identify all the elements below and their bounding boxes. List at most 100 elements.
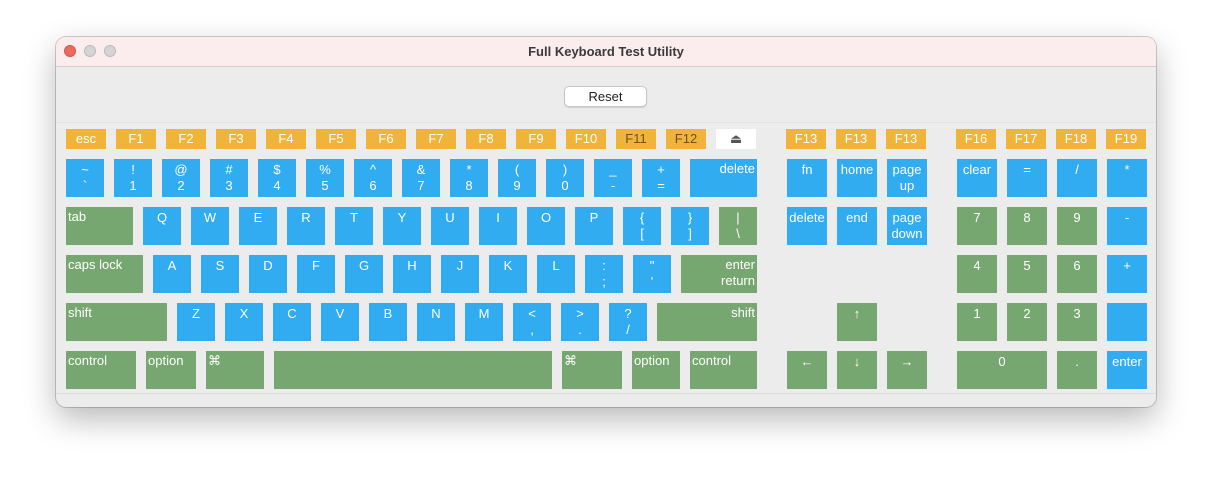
key-f7[interactable]: F7 [416,129,456,149]
numpad-8[interactable]: 8 [1007,207,1047,245]
key-minus[interactable]: _ - [594,159,632,197]
key-backtick[interactable]: ~ ` [66,159,104,197]
key-semicolon[interactable]: :; [585,255,623,293]
key-left-control[interactable]: control [66,351,136,389]
key-f12[interactable]: F12 [666,129,706,149]
key-arrow-up-icon[interactable]: ↑ [837,303,877,341]
numpad-6[interactable]: 6 [1057,255,1097,293]
key-left-shift[interactable]: shift [66,303,167,341]
key-f10[interactable]: F10 [566,129,606,149]
key-equal[interactable]: + = [642,159,680,197]
key-delete[interactable]: delete [690,159,757,197]
key-comma[interactable]: <, [513,303,551,341]
key-caps-lock[interactable]: caps lock [66,255,143,293]
key-fn[interactable]: fn [787,159,827,197]
key-f6[interactable]: F6 [366,129,406,149]
key-u[interactable]: U [431,207,469,245]
key-m[interactable]: M [465,303,503,341]
key-n[interactable]: N [417,303,455,341]
key-p[interactable]: P [575,207,613,245]
reset-button[interactable]: Reset [564,86,647,107]
key-right-command-icon[interactable]: ⌘ [562,351,622,389]
key-f13-b[interactable]: F13 [836,129,876,149]
key-z[interactable]: Z [177,303,215,341]
numpad-minus[interactable]: - [1107,207,1147,245]
numpad-clear[interactable]: clear [957,159,997,197]
key-s[interactable]: S [201,255,239,293]
key-f18[interactable]: F18 [1056,129,1096,149]
key-3[interactable]: #3 [210,159,248,197]
key-eject-icon[interactable]: ⏏ [716,129,756,149]
key-f16[interactable]: F16 [956,129,996,149]
numpad-multiply[interactable]: * [1107,159,1147,197]
numpad-divide[interactable]: / [1057,159,1097,197]
key-f[interactable]: F [297,255,335,293]
key-f4[interactable]: F4 [266,129,306,149]
key-9[interactable]: (9 [498,159,536,197]
numpad-4[interactable]: 4 [957,255,997,293]
key-right-control[interactable]: control [690,351,757,389]
key-y[interactable]: Y [383,207,421,245]
key-r[interactable]: R [287,207,325,245]
key-arrow-down-icon[interactable]: ↓ [837,351,877,389]
key-w[interactable]: W [191,207,229,245]
key-f19[interactable]: F19 [1106,129,1146,149]
numpad-5[interactable]: 5 [1007,255,1047,293]
key-left-bracket[interactable]: {[ [623,207,661,245]
key-f9[interactable]: F9 [516,129,556,149]
key-f2[interactable]: F2 [166,129,206,149]
key-v[interactable]: V [321,303,359,341]
key-f3[interactable]: F3 [216,129,256,149]
key-page-up[interactable]: page up [887,159,927,197]
key-arrow-left-icon[interactable]: ← [787,351,827,389]
key-h[interactable]: H [393,255,431,293]
key-i[interactable]: I [479,207,517,245]
numpad-2[interactable]: 2 [1007,303,1047,341]
key-return[interactable]: enter return [681,255,757,293]
numpad-enter[interactable]: enter [1107,351,1147,389]
key-c[interactable]: C [273,303,311,341]
key-2[interactable]: @2 [162,159,200,197]
key-f1[interactable]: F1 [116,129,156,149]
numpad-1[interactable]: 1 [957,303,997,341]
key-l[interactable]: L [537,255,575,293]
key-1[interactable]: ! 1 [114,159,152,197]
numpad-0[interactable]: 0 [957,351,1047,389]
key-b[interactable]: B [369,303,407,341]
key-x[interactable]: X [225,303,263,341]
key-f8[interactable]: F8 [466,129,506,149]
key-f5[interactable]: F5 [316,129,356,149]
key-g[interactable]: G [345,255,383,293]
numpad-plus[interactable]: + [1107,255,1147,293]
key-4[interactable]: $4 [258,159,296,197]
numpad-equal[interactable]: = [1007,159,1047,197]
key-t[interactable]: T [335,207,373,245]
key-5[interactable]: % 5 [306,159,344,197]
key-o[interactable]: O [527,207,565,245]
numpad-9[interactable]: 9 [1057,207,1097,245]
key-tab[interactable]: tab [66,207,133,245]
key-forward-delete[interactable]: delete [787,207,827,245]
key-f13-c[interactable]: F13 [886,129,926,149]
key-d[interactable]: D [249,255,287,293]
key-f17[interactable]: F17 [1006,129,1046,149]
key-quote[interactable]: " ' [633,255,671,293]
key-esc[interactable]: esc [66,129,106,149]
key-q[interactable]: Q [143,207,181,245]
key-left-option[interactable]: option [146,351,196,389]
key-left-command-icon[interactable]: ⌘ [206,351,264,389]
key-7[interactable]: & 7 [402,159,440,197]
key-slash[interactable]: ? / [609,303,647,341]
key-backslash[interactable]: | \ [719,207,757,245]
key-e[interactable]: E [239,207,277,245]
numpad-blank[interactable] [1107,303,1147,341]
key-a[interactable]: A [153,255,191,293]
numpad-7[interactable]: 7 [957,207,997,245]
numpad-3[interactable]: 3 [1057,303,1097,341]
key-page-down[interactable]: page down [887,207,927,245]
key-j[interactable]: J [441,255,479,293]
key-f13-a[interactable]: F13 [786,129,826,149]
key-space[interactable] [274,351,552,389]
key-home[interactable]: home [837,159,877,197]
key-8[interactable]: * 8 [450,159,488,197]
